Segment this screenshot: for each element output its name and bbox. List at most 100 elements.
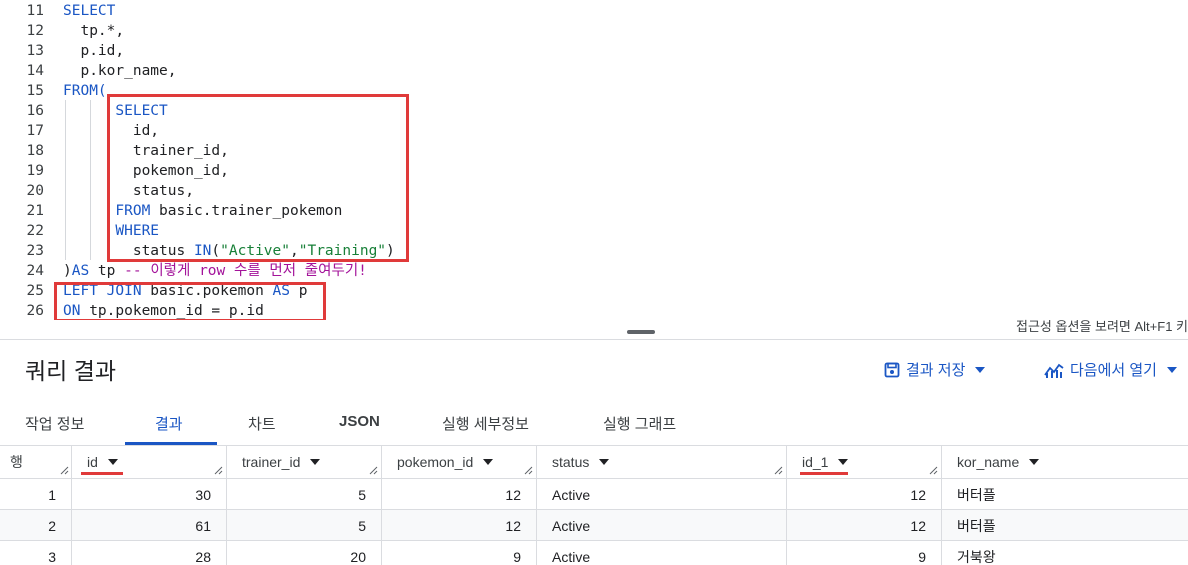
save-results-button[interactable]: 결과 저장 <box>884 359 986 380</box>
line-number: 24 <box>26 263 44 279</box>
table-cell[interactable]: 거북왕 <box>941 541 1188 565</box>
column-resize-icon[interactable] <box>214 466 223 475</box>
table-cell[interactable]: 12 <box>381 479 536 510</box>
tab-json[interactable]: JSON <box>339 413 380 430</box>
open-in-button[interactable]: 다음에서 열기 <box>1044 359 1177 380</box>
explore-chart-icon <box>1044 363 1064 378</box>
code-line[interactable]: 25 LEFT JOIN basic.pokemon AS p <box>0 281 1188 301</box>
code-text: WHERE <box>115 223 160 239</box>
line-number: 14 <box>26 63 44 79</box>
tab-results[interactable]: 결과 <box>155 413 183 434</box>
line-number: 17 <box>26 123 44 139</box>
resize-handle[interactable] <box>627 330 655 334</box>
table-cell[interactable]: Active <box>536 510 786 541</box>
code-text: SELECT <box>63 3 116 19</box>
row-number-header: 행 <box>10 454 23 470</box>
tab-execution-details[interactable]: 실행 세부정보 <box>442 413 529 434</box>
table-row[interactable]: 2 61 5 12 Active 12 버터플 <box>0 509 1188 541</box>
table-row[interactable]: 1 30 5 12 Active 12 버터플 <box>0 478 1188 510</box>
table-cell[interactable]: 28 <box>71 541 226 565</box>
sort-menu-icon[interactable] <box>838 459 849 465</box>
sort-menu-icon[interactable] <box>483 459 494 465</box>
sort-menu-icon[interactable] <box>310 459 321 465</box>
line-number: 23 <box>26 243 44 259</box>
code-line[interactable]: 26 ON tp.pokemon_id = p.id <box>0 301 1188 320</box>
sort-menu-icon[interactable] <box>107 459 118 465</box>
code-line[interactable]: 11 SELECT <box>0 1 1188 21</box>
code-text: )AS tp -- 이렇게 row 수를 먼저 줄여두기! <box>63 263 367 279</box>
column-resize-icon[interactable] <box>774 466 783 475</box>
table-cell[interactable]: Active <box>536 479 786 510</box>
table-cell[interactable]: 9 <box>381 541 536 565</box>
row-number: 1 <box>48 486 56 503</box>
column-header-status[interactable]: status <box>536 446 786 478</box>
code-line[interactable]: 18 trainer_id, <box>0 141 1188 161</box>
table-cell[interactable]: Active <box>536 541 786 565</box>
column-resize-icon[interactable] <box>60 466 69 475</box>
code-text: p.kor_name, <box>63 63 177 79</box>
code-text: id, <box>63 123 160 139</box>
code-line[interactable]: 21 FROM basic.trainer_pokemon <box>0 201 1188 221</box>
code-text: pokemon_id, <box>63 163 229 179</box>
code-text: trainer_id, <box>63 143 229 159</box>
table-cell[interactable]: 61 <box>71 510 226 541</box>
code-line[interactable]: 23 status IN("Active","Training") <box>0 241 1188 261</box>
column-resize-icon[interactable] <box>929 466 938 475</box>
column-resize-icon[interactable] <box>369 466 378 475</box>
column-header-label: pokemon_id <box>397 454 474 470</box>
code-line[interactable]: 24 )AS tp -- 이렇게 row 수를 먼저 줄여두기! <box>0 261 1188 281</box>
line-number: 21 <box>26 203 44 219</box>
save-results-label: 결과 저장 <box>906 362 966 379</box>
code-text: p.id, <box>63 43 125 59</box>
code-line[interactable]: 17 id, <box>0 121 1188 141</box>
column-header-label: id <box>87 454 98 470</box>
code-text: ON tp.pokemon_id = p.id <box>63 303 264 319</box>
column-header-pokemon-id[interactable]: pokemon_id <box>381 446 536 478</box>
code-line[interactable]: 14 p.kor_name, <box>0 61 1188 81</box>
line-number: 11 <box>26 3 44 19</box>
table-cell[interactable]: 5 <box>226 479 381 510</box>
line-number: 26 <box>26 303 44 319</box>
table-cell[interactable]: 12 <box>381 510 536 541</box>
line-number: 25 <box>26 283 44 299</box>
code-line[interactable]: 15 FROM( <box>0 81 1188 101</box>
open-in-label: 다음에서 열기 <box>1070 362 1157 379</box>
code-line[interactable]: 19 pokemon_id, <box>0 161 1188 181</box>
table-cell[interactable]: 30 <box>71 479 226 510</box>
table-row[interactable]: 3 28 20 9 Active 9 거북왕 <box>0 540 1188 565</box>
id-1-column-highlight <box>800 472 848 475</box>
table-cell[interactable]: 버터플 <box>941 510 1188 541</box>
code-text: status, <box>63 183 194 199</box>
table-cell[interactable]: 버터플 <box>941 479 1188 510</box>
tab-chart[interactable]: 차트 <box>248 413 276 434</box>
column-header-label: trainer_id <box>242 454 301 470</box>
chevron-down-icon <box>975 366 986 373</box>
code-text: FROM basic.trainer_pokemon <box>115 203 343 219</box>
sort-menu-icon[interactable] <box>599 459 610 465</box>
table-cell[interactable]: 12 <box>786 510 941 541</box>
code-line[interactable]: 16 SELECT <box>0 101 1188 121</box>
save-icon <box>884 362 900 377</box>
table-cell[interactable]: 9 <box>786 541 941 565</box>
code-line[interactable]: 22 WHERE <box>0 221 1188 241</box>
chevron-down-icon <box>1166 366 1177 373</box>
column-header-kor-name[interactable]: kor_name <box>941 446 1188 478</box>
column-header-label: id_1 <box>802 454 829 470</box>
panel-divider <box>0 339 1188 340</box>
table-cell[interactable]: 20 <box>226 541 381 565</box>
sort-menu-icon[interactable] <box>1029 459 1040 465</box>
table-cell[interactable]: 5 <box>226 510 381 541</box>
column-resize-icon[interactable] <box>524 466 533 475</box>
code-line[interactable]: 12 tp.*, <box>0 21 1188 41</box>
line-number: 16 <box>26 103 44 119</box>
code-text: FROM( <box>63 83 107 99</box>
code-line[interactable]: 20 status, <box>0 181 1188 201</box>
code-text: status IN("Active","Training") <box>63 243 395 259</box>
code-line[interactable]: 13 p.id, <box>0 41 1188 61</box>
table-cell[interactable]: 12 <box>786 479 941 510</box>
tab-execution-graph[interactable]: 실행 그래프 <box>603 413 676 434</box>
tab-job-info[interactable]: 작업 정보 <box>25 413 84 434</box>
sql-editor[interactable]: 11 SELECT 12 tp.*, 13 p.id, 14 p.kor_name, 15… <box>0 0 1188 320</box>
line-number: 22 <box>26 223 44 239</box>
column-header-trainer-id[interactable]: trainer_id <box>226 446 381 478</box>
